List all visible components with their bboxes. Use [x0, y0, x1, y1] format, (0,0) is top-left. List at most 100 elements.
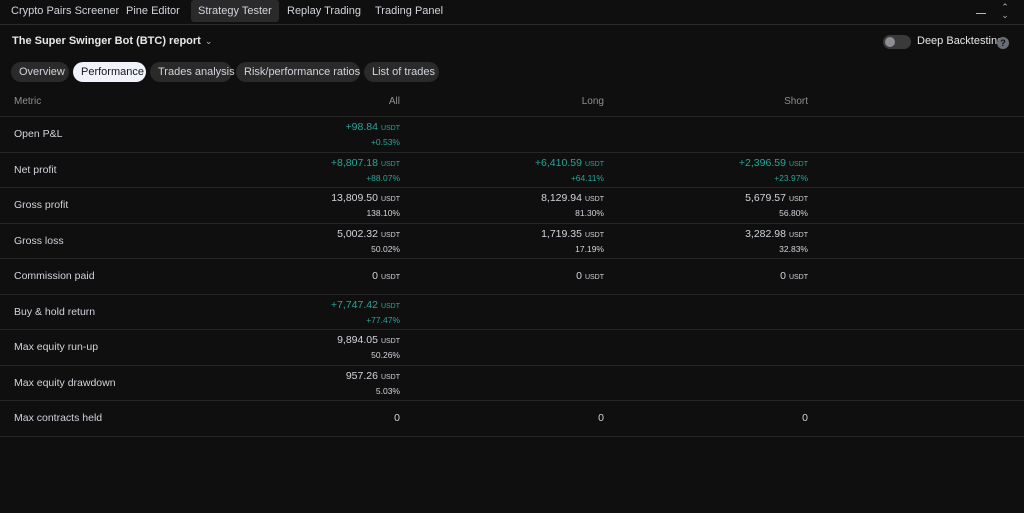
- deep-backtesting-label: Deep Backtesting: [917, 35, 1004, 47]
- cell-all: 9,894.05 USDT 50.26%: [200, 330, 400, 365]
- tab-crypto-pairs-screener[interactable]: Crypto Pairs Screener: [4, 0, 126, 22]
- cell-percent: 17.19%: [575, 243, 604, 254]
- cell-percent: 56.80%: [779, 208, 808, 218]
- cell-unit: USDT: [380, 231, 400, 239]
- table-row: Open P&L +98.84 USDT +0.53%: [0, 116, 1024, 152]
- cell-unit: USDT: [584, 196, 604, 203]
- deep-backtesting-toggle[interactable]: [883, 35, 911, 49]
- table-row: Gross loss 5,002.32 USDT 50.02% 1,719.35 USDT…: [0, 222, 1024, 259]
- table-row: Max equity run-up 9,894.05 USDT 50.26%: [0, 329, 1024, 365]
- table-bottom-border: [0, 435, 1024, 437]
- cell-value: 8,129.94 USDT: [541, 192, 604, 204]
- cell-unit: USDT: [380, 125, 400, 132]
- tab-trading-panel[interactable]: Trading Panel: [368, 0, 450, 22]
- cell-value: 1,719.35 USDT: [541, 227, 604, 240]
- table-row: Buy & hold return +7,747.42 USDT +77.47%: [0, 293, 1024, 330]
- tab-pine-editor[interactable]: Pine Editor: [119, 0, 187, 22]
- cell-value: 5,679.57 USDT: [745, 192, 808, 204]
- tab-replay-trading[interactable]: Replay Trading: [280, 0, 368, 22]
- cell-long: 8,129.94 USDT 81.30%: [404, 188, 604, 223]
- cell-all: 13,809.50 USDT 138.10%: [200, 188, 400, 223]
- table-row: Max contracts held 0 0 0: [0, 400, 1024, 436]
- cell-value: +8,807.18 USDT: [330, 156, 400, 169]
- cell-value: +98.84 USDT: [345, 121, 400, 133]
- cell-percent: 32.83%: [779, 243, 808, 254]
- cell-value: +6,410.59 USDT: [534, 156, 604, 169]
- cell-percent: 50.26%: [371, 350, 400, 360]
- minimize-icon[interactable]: [974, 1, 988, 17]
- subtab-performance[interactable]: Performance: [73, 62, 146, 82]
- cell-unit: USDT: [380, 302, 400, 310]
- metric-label: Max contracts held: [14, 412, 103, 424]
- cell-unit: USDT: [380, 274, 400, 281]
- cell-percent: 138.10%: [366, 208, 400, 218]
- cell-value: 0: [598, 412, 604, 424]
- subtab-overview[interactable]: Overview: [11, 62, 69, 82]
- cell-short: 0: [608, 401, 808, 436]
- cell-percent: 81.30%: [575, 208, 604, 218]
- cell-short: 3,282.98 USDT 32.83%: [608, 224, 808, 259]
- cell-value: 0: [394, 412, 400, 424]
- cell-value: 0 USDT: [372, 270, 400, 282]
- cell-value: 957.26 USDT: [345, 369, 400, 382]
- cell-value: 0 USDT: [780, 270, 808, 282]
- cell-unit: USDT: [584, 160, 604, 168]
- cell-value: 3,282.98 USDT: [745, 227, 808, 240]
- metric-label: Open P&L: [14, 128, 63, 140]
- cell-percent: +77.47%: [366, 314, 400, 325]
- cell-value: 13,809.50 USDT: [331, 192, 400, 204]
- metric-label: Net profit: [14, 163, 57, 176]
- cell-all: 0: [200, 401, 400, 436]
- table-row: Net profit +8,807.18 USDT +88.07% +6,410.59 U…: [0, 151, 1024, 188]
- cell-short: +2,396.59 USDT +23.97%: [608, 153, 808, 188]
- cell-percent: +0.53%: [370, 137, 400, 147]
- cell-unit: USDT: [380, 196, 400, 203]
- cell-all: 957.26 USDT 5.03%: [200, 366, 400, 401]
- table-row: Gross profit 13,809.50 USDT 138.10% 8,129.94…: [0, 187, 1024, 223]
- cell-short: 0 USDT: [608, 259, 808, 294]
- cell-value: 9,894.05 USDT: [337, 334, 400, 346]
- cell-long: 0 USDT: [404, 259, 604, 294]
- cell-percent: +64.11%: [570, 172, 604, 183]
- metric-label: Commission paid: [14, 270, 95, 282]
- tab-strategy-tester[interactable]: Strategy Tester: [191, 0, 279, 22]
- header-all: All: [388, 96, 400, 107]
- cell-unit: USDT: [788, 274, 808, 281]
- cell-value: 0 USDT: [576, 270, 604, 282]
- cell-percent: 5.03%: [375, 385, 400, 396]
- cell-long: +6,410.59 USDT +64.11%: [404, 153, 604, 188]
- metric-label: Max equity drawdown: [14, 376, 116, 389]
- cell-unit: USDT: [788, 160, 808, 168]
- cell-value: 5,002.32 USDT: [337, 227, 400, 240]
- header-long: Long: [581, 96, 604, 107]
- report-title[interactable]: The Super Swinger Bot (BTC) report ⌄: [12, 35, 212, 47]
- cell-unit: USDT: [380, 160, 400, 168]
- cell-all: +8,807.18 USDT +88.07%: [200, 153, 400, 188]
- cell-unit: USDT: [584, 231, 604, 239]
- table-row: Commission paid 0 USDT 0 USDT 0 USDT: [0, 258, 1024, 294]
- cell-value: +2,396.59 USDT: [738, 156, 808, 169]
- metric-label: Gross loss: [14, 234, 64, 247]
- help-icon[interactable]: ?: [997, 37, 1009, 49]
- cell-all: +7,747.42 USDT +77.47%: [200, 295, 400, 330]
- cell-long: 0: [404, 401, 604, 436]
- report-title-text: The Super Swinger Bot (BTC) report: [12, 35, 201, 47]
- subtab-list-of-trades[interactable]: List of trades: [364, 62, 439, 82]
- metric-label: Gross profit: [14, 199, 69, 211]
- cell-all: +98.84 USDT +0.53%: [200, 117, 400, 152]
- cell-short: 5,679.57 USDT 56.80%: [608, 188, 808, 223]
- header-short: Short: [784, 96, 808, 107]
- chevron-collapse-icon[interactable]: ⌃ ⌄: [998, 3, 1012, 20]
- subtab-risk-performance-ratios[interactable]: Risk/performance ratios: [236, 62, 360, 82]
- cell-all: 5,002.32 USDT 50.02%: [200, 224, 400, 259]
- cell-value: +7,747.42 USDT: [330, 298, 400, 311]
- subtab-trades-analysis[interactable]: Trades analysis: [150, 62, 235, 82]
- cell-percent: 50.02%: [371, 243, 400, 254]
- top-nav: Crypto Pairs Screener Pine Editor Strate…: [0, 0, 1024, 25]
- cell-unit: USDT: [788, 231, 808, 239]
- cell-unit: USDT: [788, 196, 808, 203]
- cell-unit: USDT: [380, 373, 400, 381]
- cell-percent: +23.97%: [774, 172, 808, 183]
- cell-all: 0 USDT: [200, 259, 400, 294]
- cell-long: 1,719.35 USDT 17.19%: [404, 224, 604, 259]
